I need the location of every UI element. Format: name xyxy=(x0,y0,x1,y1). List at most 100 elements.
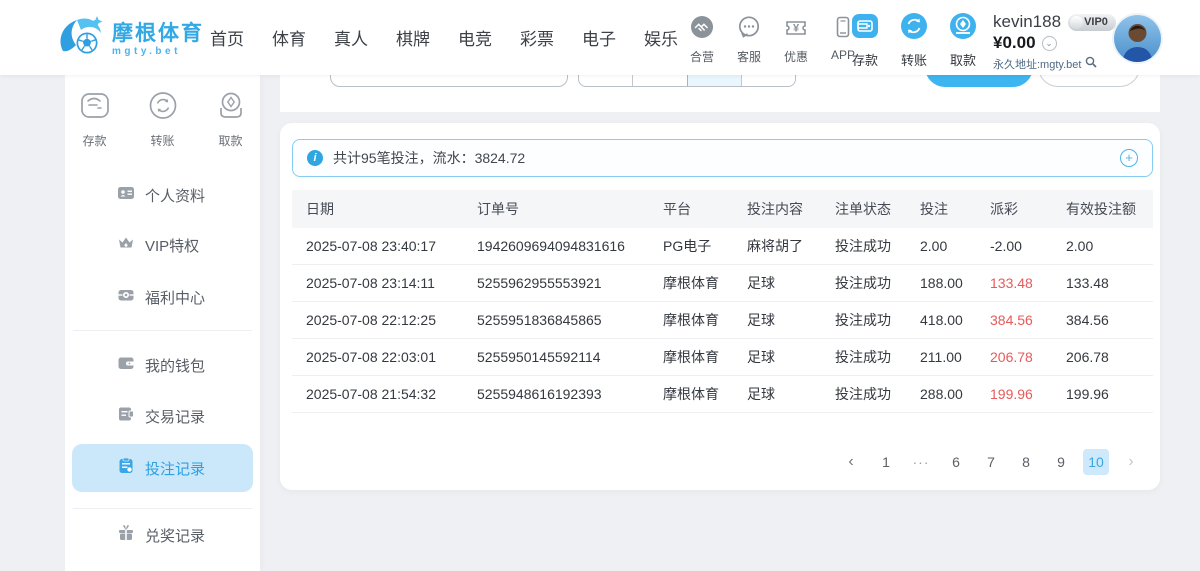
sidebar-item-prize-records[interactable]: 兑奖记录 xyxy=(72,515,253,555)
sidebar-item-transactions[interactable]: 交易记录 xyxy=(72,396,253,436)
withdraw-icon xyxy=(948,11,978,46)
sidebar-deposit-button[interactable]: 存款 xyxy=(70,88,120,149)
cell-date: 2025-07-08 22:12:25 xyxy=(306,312,477,328)
nav-item-home[interactable]: 首页 xyxy=(210,25,244,50)
sidebar-divider xyxy=(73,508,252,509)
transfer-outline-icon xyxy=(145,88,181,129)
nav-item-live[interactable]: 真人 xyxy=(334,25,368,50)
bet-record-icon xyxy=(117,457,135,479)
nav-item-entertainment[interactable]: 娱乐 xyxy=(644,25,678,50)
cell-status: 投注成功 xyxy=(835,384,920,404)
search-icon[interactable] xyxy=(1085,55,1097,73)
cell-status: 投注成功 xyxy=(835,273,920,293)
sidebar-quick-label: 取款 xyxy=(218,132,242,149)
quick-links: 合营 客服 ¥ 优惠 xyxy=(685,14,860,65)
column-header-bet: 投注 xyxy=(920,199,990,219)
logo-subtitle: mgty.bet xyxy=(112,46,204,57)
date-range-segment-1[interactable] xyxy=(579,75,632,86)
pagination-page-8[interactable]: 8 xyxy=(1013,449,1039,475)
brand-logo[interactable]: 摩根体育 mgty.bet xyxy=(56,13,204,66)
pagination-page-6[interactable]: 6 xyxy=(943,449,969,475)
cell-bet: 2.00 xyxy=(920,238,990,254)
summary-text: 共计95笔投注，流水：3824.72 xyxy=(333,148,525,168)
nav-item-slots[interactable]: 电子 xyxy=(582,25,616,50)
username[interactable]: kevin188 xyxy=(993,12,1061,32)
svg-text:¥: ¥ xyxy=(793,23,800,35)
wallet-icon xyxy=(117,354,135,376)
pagination-page-9[interactable]: 9 xyxy=(1048,449,1074,475)
id-card-icon xyxy=(117,184,135,206)
header-transfer-button[interactable]: 转账 xyxy=(897,11,931,69)
quick-link-partner[interactable]: 合营 xyxy=(685,14,719,65)
sidebar-item-bet-records[interactable]: 投注记录 xyxy=(72,444,253,492)
cell-status: 投注成功 xyxy=(835,236,920,256)
sidebar-item-label: 我的钱包 xyxy=(145,355,205,376)
sidebar-transfer-button[interactable]: 转账 xyxy=(138,88,188,149)
sidebar-quick-label: 转账 xyxy=(150,132,174,149)
sidebar-divider xyxy=(73,330,252,331)
transfer-icon xyxy=(899,11,929,46)
logo-football-icon xyxy=(56,13,104,66)
sidebar-quick-label: 存款 xyxy=(82,132,106,149)
cell-date: 2025-07-08 23:40:17 xyxy=(306,238,477,254)
header-deposit-button[interactable]: 存款 xyxy=(848,11,882,69)
gift-icon xyxy=(117,524,135,546)
pagination-page-10-active[interactable]: 10 xyxy=(1083,449,1109,475)
nav-item-lottery[interactable]: 彩票 xyxy=(520,25,554,50)
pagination: ‹ 1 ··· 6 7 8 9 10 › xyxy=(838,449,1144,475)
cell-bet: 188.00 xyxy=(920,275,990,291)
cell-order: 5255962955553921 xyxy=(477,275,663,291)
expand-plus-icon[interactable]: + xyxy=(1120,149,1138,167)
sidebar-item-vip[interactable]: VIP特权 xyxy=(72,225,253,265)
sidebar-item-wallet[interactable]: 我的钱包 xyxy=(72,345,253,385)
cell-valid: 133.48 xyxy=(1066,275,1153,291)
filter-select-input[interactable] xyxy=(330,75,568,87)
wallet-action-label: 转账 xyxy=(901,50,927,69)
sidebar-item-label: 兑奖记录 xyxy=(145,525,205,546)
cell-status: 投注成功 xyxy=(835,347,920,367)
transaction-record-icon xyxy=(117,405,135,427)
reset-button[interactable] xyxy=(1038,75,1140,87)
pagination-prev-icon[interactable]: ‹ xyxy=(838,449,864,475)
cell-content: 麻将胡了 xyxy=(747,236,835,256)
cell-date: 2025-07-08 21:54:32 xyxy=(306,386,477,402)
welfare-box-icon xyxy=(117,286,135,308)
sidebar-item-profile[interactable]: 个人资料 xyxy=(72,175,253,215)
search-button[interactable] xyxy=(925,75,1033,87)
cell-order: 5255951836845865 xyxy=(477,312,663,328)
cell-order: 5255950145592114 xyxy=(477,349,663,365)
nav-item-esports[interactable]: 电竞 xyxy=(458,25,492,50)
partner-handshake-icon xyxy=(689,14,715,45)
cell-platform: 摩根体育 xyxy=(663,273,747,293)
sidebar: 存款 转账 取款 xyxy=(65,75,260,571)
pagination-next-icon[interactable]: › xyxy=(1118,449,1144,475)
column-header-content: 投注内容 xyxy=(747,199,835,219)
nav-item-cards[interactable]: 棋牌 xyxy=(396,25,430,50)
sidebar-item-welfare[interactable]: 福利中心 xyxy=(72,277,253,317)
table-body: 2025-07-08 23:40:17 1942609694094831616 … xyxy=(292,228,1153,413)
sidebar-withdraw-button[interactable]: 取款 xyxy=(206,88,256,149)
sidebar-item-label: 交易记录 xyxy=(145,406,205,427)
wallet-action-label: 取款 xyxy=(950,50,976,69)
header-withdraw-button[interactable]: 取款 xyxy=(946,11,980,69)
cell-payout: 384.56 xyxy=(990,312,1066,328)
filter-form-cutoff xyxy=(280,75,1160,112)
pagination-ellipsis[interactable]: ··· xyxy=(908,449,934,475)
quick-link-service[interactable]: 客服 xyxy=(732,14,766,65)
cell-payout: -2.00 xyxy=(990,238,1066,254)
cell-date: 2025-07-08 23:14:11 xyxy=(306,275,477,291)
quick-link-promo[interactable]: ¥ 优惠 xyxy=(779,14,813,65)
cell-platform: 摩根体育 xyxy=(663,347,747,367)
pagination-page-7[interactable]: 7 xyxy=(978,449,1004,475)
avatar[interactable] xyxy=(1114,15,1161,62)
user-info: kevin188 VIP0 ¥0.00 ⌄ 永久地址:mgty.bet xyxy=(993,12,1116,73)
date-range-segment-2[interactable] xyxy=(632,75,686,86)
nav-item-sports[interactable]: 体育 xyxy=(272,25,306,50)
date-range-segment-3-selected[interactable] xyxy=(687,75,741,86)
wallet-action-label: 存款 xyxy=(852,50,878,69)
logo-title: 摩根体育 xyxy=(112,22,204,46)
pagination-page-1[interactable]: 1 xyxy=(873,449,899,475)
date-range-segments xyxy=(578,75,796,87)
balance-refresh-chevron-icon[interactable]: ⌄ xyxy=(1042,36,1057,51)
date-range-segment-4[interactable] xyxy=(741,75,795,86)
